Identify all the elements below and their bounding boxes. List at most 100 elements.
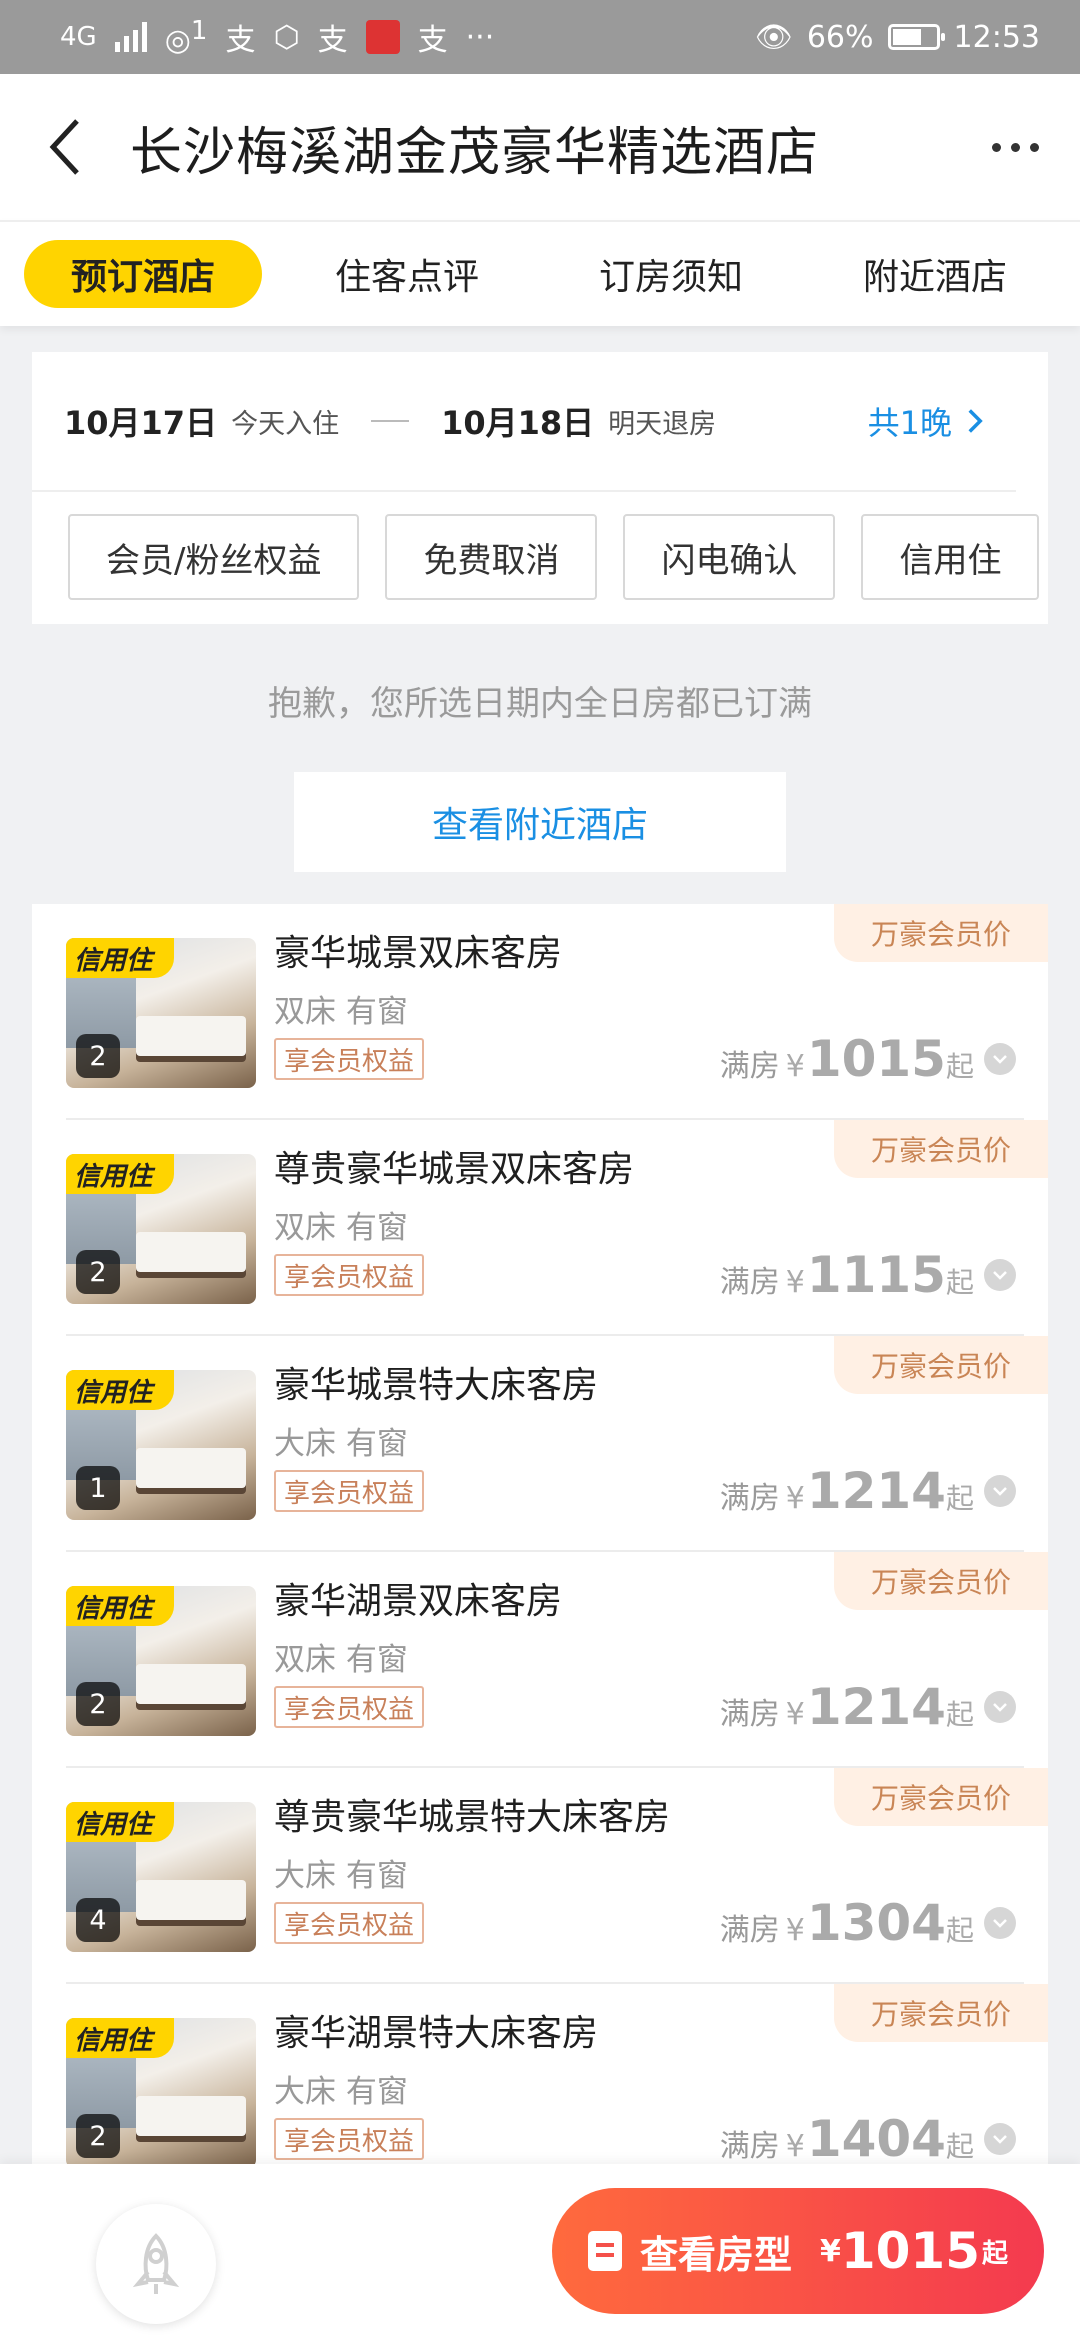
- room-name: 尊贵豪华城景双床客房: [274, 1149, 635, 1190]
- cta-currency: ¥: [819, 2233, 841, 2269]
- tab-book-hotel[interactable]: 预订酒店: [24, 240, 262, 308]
- sold-out-notice: 抱歉，您所选日期内全日房都已订满: [268, 684, 812, 724]
- filter-instant-confirm[interactable]: 闪电确认: [623, 514, 836, 600]
- battery-icon: [887, 24, 945, 50]
- photo-count: 4: [76, 1898, 120, 1942]
- cta-price: 1015: [840, 2222, 981, 2280]
- sold-out-label: 满房: [719, 2129, 780, 2164]
- tab-guest-reviews[interactable]: 住客点评: [288, 240, 526, 308]
- credit-stay-badge: 信用住: [66, 938, 174, 978]
- bed-image: [136, 1448, 246, 1488]
- member-price-tag: 万豪会员价: [834, 904, 1048, 962]
- filter-credit-stay[interactable]: 信用住: [861, 514, 1040, 600]
- chevron-down-icon: [993, 1703, 1007, 1712]
- room-photo[interactable]: 信用住 2: [66, 2018, 256, 2164]
- credit-stay-badge: 信用住: [66, 2018, 174, 2058]
- chevron-down-icon: [993, 1487, 1007, 1496]
- price-value: 1115: [806, 1246, 946, 1304]
- member-price-tag: 万豪会员价: [834, 1552, 1048, 1610]
- member-price-tag: 万豪会员价: [834, 1120, 1048, 1178]
- sold-out-label: 满房: [719, 1481, 780, 1516]
- photo-count: 2: [76, 2114, 120, 2158]
- room-attributes: 大床 有窗: [274, 2074, 408, 2110]
- date-separator: [371, 420, 410, 422]
- room-item[interactable]: 信用住 2 豪华湖景特大床客房 大床 有窗 享会员权益 万豪会员价 满房 ¥1404 起: [32, 1984, 1048, 2164]
- view-room-types-button[interactable]: 查看房型 ¥ 1015 起: [552, 2188, 1044, 2314]
- expand-button[interactable]: [984, 1259, 1016, 1291]
- currency-symbol: ¥: [785, 1697, 805, 1732]
- room-item[interactable]: 信用住 2 尊贵豪华城景双床客房 双床 有窗 享会员权益 万豪会员价 满房 ¥1115 起: [32, 1120, 1048, 1336]
- chevron-down-icon: [993, 1055, 1007, 1064]
- member-price-tag: 万豪会员价: [834, 1768, 1048, 1826]
- expand-button[interactable]: [984, 1691, 1016, 1723]
- chevron-right-icon: [968, 409, 983, 433]
- rocket-icon: [132, 2233, 180, 2294]
- date-range-selector[interactable]: 10月17日 今天入住 10月18日 明天退房 共1晚: [32, 352, 1016, 492]
- app-notification-icon: [365, 20, 400, 54]
- room-name: 豪华湖景特大床客房: [274, 2013, 599, 2054]
- chevron-left-icon: [49, 119, 79, 175]
- alipay-icon: 支: [225, 23, 256, 58]
- room-photo[interactable]: 信用住 4: [66, 1802, 256, 1952]
- filter-free-cancel[interactable]: 免费取消: [385, 514, 598, 600]
- dot-icon: [991, 142, 1001, 152]
- filter-chips: 会员/粉丝权益 免费取消 闪电确认 信用住: [32, 492, 1048, 600]
- price-suffix: 起: [945, 1482, 974, 1515]
- credit-stay-badge: 信用住: [66, 1154, 174, 1194]
- back-to-top-button[interactable]: [96, 2204, 216, 2324]
- photo-count: 1: [76, 1466, 120, 1510]
- tab-nearby-hotels[interactable]: 附近酒店: [816, 240, 1054, 308]
- photo-count: 2: [76, 1034, 120, 1078]
- expand-button[interactable]: [984, 2123, 1016, 2155]
- filter-member-benefits[interactable]: 会员/粉丝权益: [68, 514, 360, 600]
- dot-icon: [1010, 142, 1020, 152]
- room-photo[interactable]: 信用住 2: [66, 938, 256, 1088]
- chevron-down-icon: [993, 1919, 1007, 1928]
- cta-label: 查看房型: [639, 2232, 792, 2277]
- bed-image: [136, 1664, 246, 1704]
- credit-stay-badge: 信用住: [66, 1370, 174, 1410]
- member-price-tag: 万豪会员价: [834, 1336, 1048, 1394]
- document-icon: [587, 2231, 622, 2271]
- price-suffix: 起: [945, 1914, 974, 1947]
- expand-button[interactable]: [984, 1475, 1016, 1507]
- room-attributes: 双床 有窗: [274, 1642, 408, 1678]
- more-options-button[interactable]: [950, 74, 1080, 220]
- room-item[interactable]: 信用住 2 豪华湖景双床客房 双床 有窗 享会员权益 万豪会员价 满房 ¥1214 起: [32, 1552, 1048, 1768]
- price-suffix: 起: [945, 1050, 974, 1083]
- room-photo[interactable]: 信用住 2: [66, 1154, 256, 1304]
- checkout-date: 10月18日: [441, 404, 595, 442]
- alipay-icon: 支: [317, 23, 348, 58]
- room-item[interactable]: 信用住 1 豪华城景特大床客房 大床 有窗 享会员权益 万豪会员价 满房 ¥1214 起: [32, 1336, 1048, 1552]
- sold-out-label: 满房: [719, 1697, 780, 1732]
- back-button[interactable]: [0, 74, 130, 220]
- nights-count[interactable]: 共1晚: [868, 398, 984, 444]
- battery-percent: 66%: [806, 19, 874, 55]
- expand-button[interactable]: [984, 1043, 1016, 1075]
- room-photo[interactable]: 信用住 1: [66, 1370, 256, 1520]
- settings-hex-icon: ⬡: [273, 19, 300, 55]
- expand-button[interactable]: [984, 1907, 1016, 1939]
- member-price-tag: 万豪会员价: [834, 1984, 1048, 2042]
- bottom-bar: 查看房型 ¥ 1015 起: [0, 2164, 1080, 2340]
- dot-icon: [1029, 142, 1039, 152]
- credit-stay-badge: 信用住: [66, 1586, 174, 1626]
- hotspot-icon: ◎1: [164, 16, 208, 58]
- signal-icon: [114, 22, 147, 52]
- room-item[interactable]: 信用住 4 尊贵豪华城景特大床客房 大床 有窗 享会员权益 万豪会员价 满房 ¥1304 起: [32, 1768, 1048, 1984]
- price-suffix: 起: [945, 2130, 974, 2163]
- network-type: 4G: [60, 22, 97, 52]
- currency-symbol: ¥: [785, 1049, 805, 1084]
- tab-booking-notice[interactable]: 订房须知: [552, 240, 790, 308]
- photo-count: 2: [76, 1250, 120, 1294]
- view-nearby-hotels-button[interactable]: 查看附近酒店: [294, 772, 786, 872]
- price-value: 1404: [806, 2110, 946, 2164]
- room-name: 尊贵豪华城景特大床客房: [274, 1797, 671, 1838]
- more-notifications-icon: ···: [465, 19, 495, 55]
- room-item[interactable]: 信用住 2 豪华城景双床客房 双床 有窗 享会员权益 万豪会员价 满房 ¥1015 起: [32, 904, 1048, 1120]
- checkin-note: 今天入住: [231, 408, 340, 440]
- room-photo[interactable]: 信用住 2: [66, 1586, 256, 1736]
- room-name: 豪华城景双床客房: [274, 933, 563, 974]
- price-value: 1304: [806, 1894, 946, 1952]
- room-name: 豪华城景特大床客房: [274, 1365, 599, 1406]
